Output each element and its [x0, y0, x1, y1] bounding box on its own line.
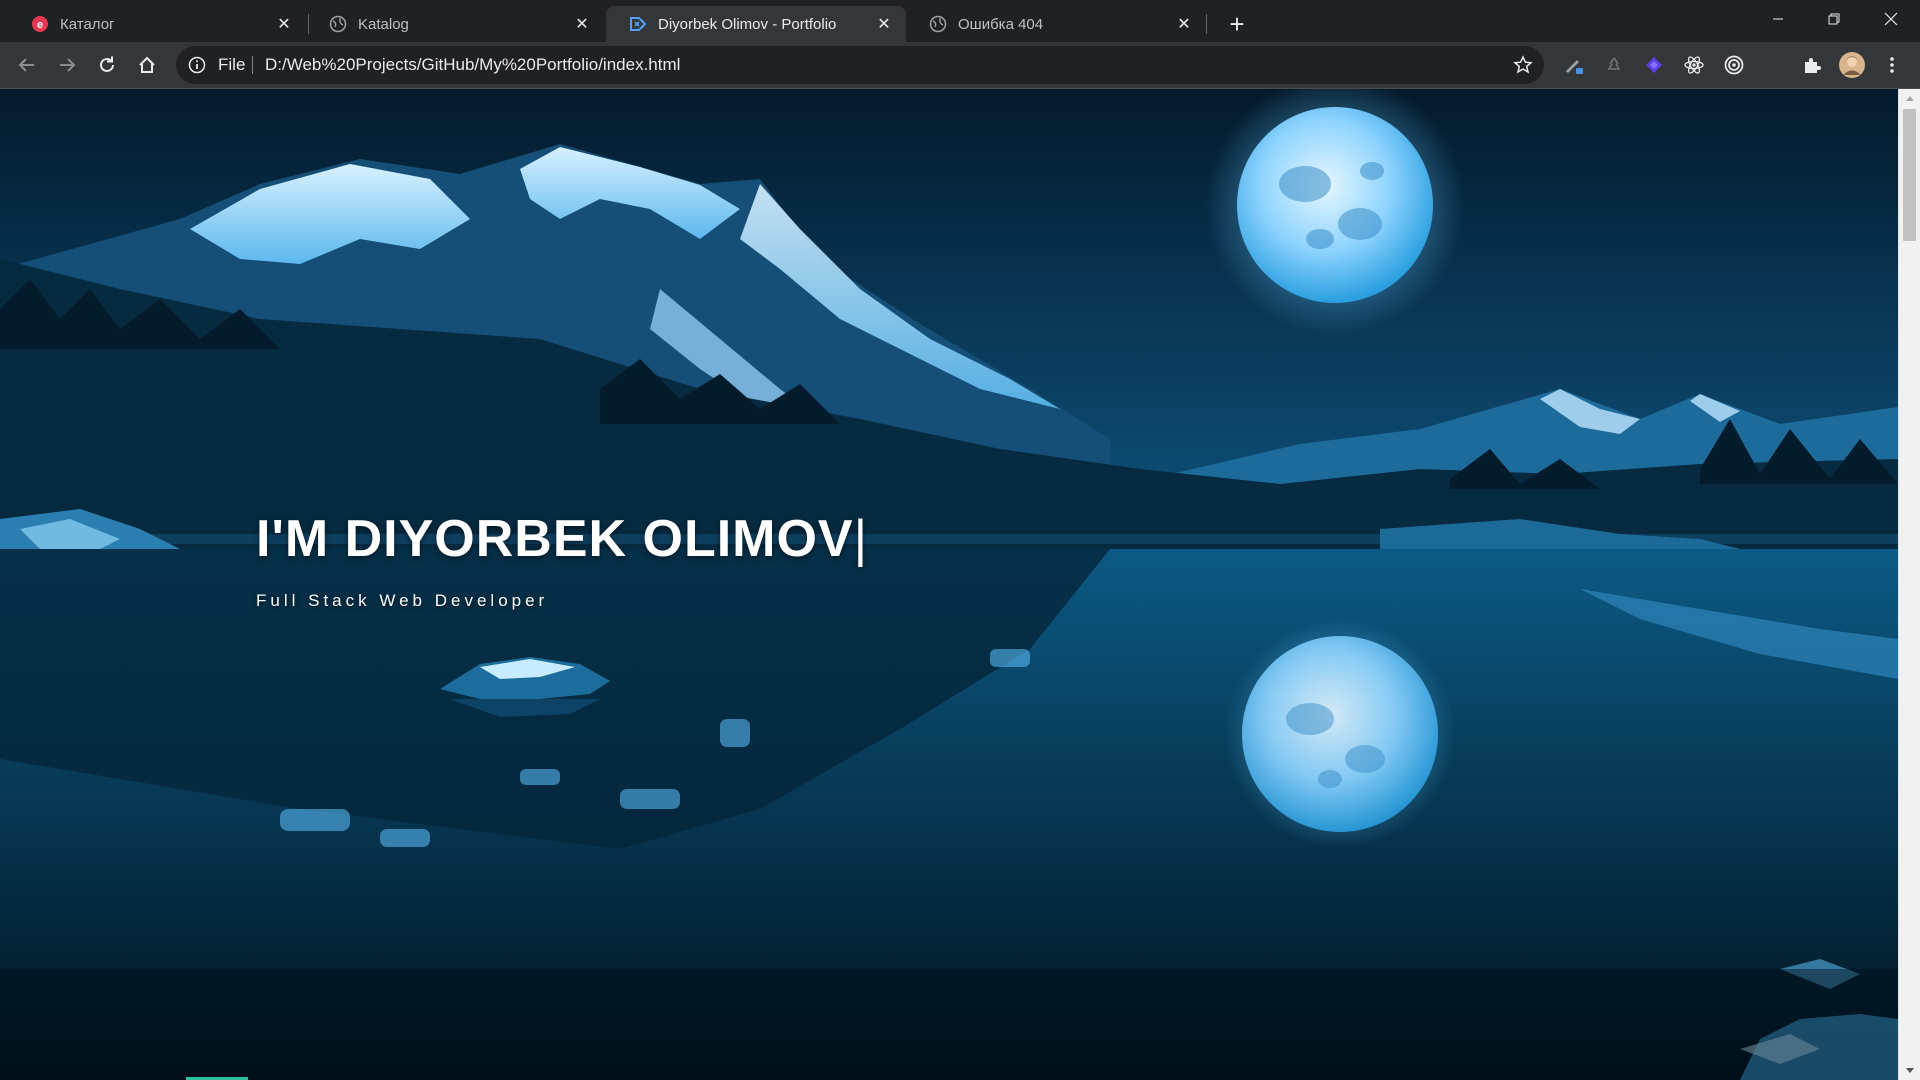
minimize-icon [1773, 18, 1783, 20]
page-scrollbar[interactable] [1898, 89, 1920, 1080]
profile-avatar[interactable] [1835, 48, 1869, 82]
close-icon[interactable]: ✕ [874, 14, 894, 34]
tab-title: Diyorbek Olimov - Portfolio [658, 15, 837, 33]
svg-text:e: e [37, 19, 43, 31]
tab-error-404[interactable]: Ошибка 404 ✕ [906, 6, 1206, 42]
close-window-icon [1884, 12, 1898, 26]
tab-katalog[interactable]: Katalog ✕ [306, 6, 604, 42]
url-scheme-label: File [218, 55, 246, 74]
typing-cursor: | [853, 510, 869, 568]
globe-icon [928, 14, 948, 34]
close-window-button[interactable] [1862, 0, 1920, 38]
hero-title-text: I'M DIYORBEK OLIMOV [256, 510, 854, 568]
tab-portfolio[interactable]: Diyorbek Olimov - Portfolio ✕ [606, 6, 906, 42]
hero-title: I'M DIYORBEK OLIMOV| [256, 509, 868, 569]
scroll-down-arrow[interactable] [1899, 1062, 1920, 1080]
react-atom-extension-icon[interactable] [1677, 48, 1711, 82]
address-bar[interactable]: File D:/Web%20Projects/GitHub/My%20Portf… [176, 46, 1544, 84]
tab-katalog-ru[interactable]: e Каталог ✕ [8, 6, 306, 42]
close-icon[interactable]: ✕ [1174, 14, 1194, 34]
target-extension-icon[interactable] [1717, 48, 1751, 82]
home-icon [139, 56, 155, 73]
restore-button[interactable] [1805, 0, 1863, 38]
arrow-right-icon [60, 58, 76, 72]
tab-strip: e Каталог ✕ Katalog ✕ Diyorbek Olimov - … [0, 0, 1920, 42]
url-text[interactable]: D:/Web%20Projects/GitHub/My%20Portfolio/… [265, 46, 680, 84]
star-icon[interactable] [1512, 54, 1534, 76]
code-logo-icon [628, 14, 648, 34]
back-button[interactable] [10, 48, 44, 82]
close-icon[interactable]: ✕ [274, 14, 294, 34]
tab-divider [1206, 14, 1207, 34]
page-viewport: I'M DIYORBEK OLIMOV| Full Stack Web Deve… [0, 89, 1898, 1080]
pen-extension-icon[interactable] [1557, 48, 1591, 82]
forward-button[interactable] [50, 48, 84, 82]
info-icon[interactable] [186, 54, 208, 76]
purple-gem-extension-icon[interactable] [1637, 48, 1671, 82]
recycle-extension-icon[interactable] [1597, 48, 1631, 82]
omnibox-divider [252, 56, 253, 74]
restore-icon [1828, 13, 1840, 25]
hero-subtitle: Full Stack Web Developer [256, 591, 549, 610]
puzzle-icon[interactable] [1795, 48, 1829, 82]
close-icon[interactable]: ✕ [572, 14, 592, 34]
tab-title: Ошибка 404 [958, 15, 1044, 33]
kebab-menu-icon[interactable] [1875, 48, 1909, 82]
tab-title: Каталог [60, 15, 115, 33]
globe-icon [328, 14, 348, 34]
red-brand-icon: e [30, 14, 50, 34]
new-tab-button[interactable]: + [1222, 9, 1252, 39]
home-button[interactable] [130, 48, 164, 82]
hero-text-block: I'M DIYORBEK OLIMOV| Full Stack Web Deve… [256, 509, 868, 611]
reload-button[interactable] [90, 48, 124, 82]
arrow-left-icon [18, 58, 34, 72]
scroll-thumb[interactable] [1903, 109, 1916, 241]
minimize-button[interactable] [1749, 0, 1807, 38]
browser-toolbar: File D:/Web%20Projects/GitHub/My%20Portf… [0, 42, 1920, 88]
scroll-up-arrow[interactable] [1899, 89, 1920, 107]
tab-title: Katalog [358, 15, 409, 33]
reload-icon [100, 56, 114, 72]
